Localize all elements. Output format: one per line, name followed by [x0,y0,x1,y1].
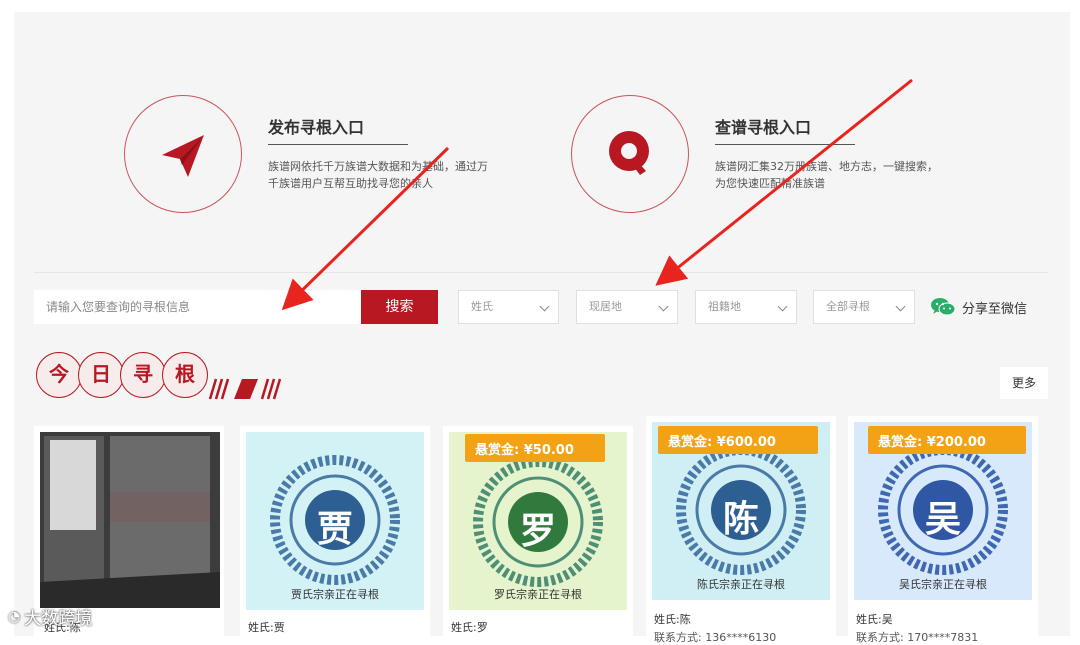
reward-badge-5: 悬赏金: ¥200.00 [868,426,1026,454]
residence-select-label: 现居地 [589,300,622,313]
genealogy-book-photo [40,432,220,608]
surname-select-label: 姓氏 [471,300,493,313]
card-surname-3: 姓氏:罗 [451,621,488,634]
reward-badge-3: 悬赏金: ¥50.00 [465,434,605,462]
card-caption-2: 贾氏宗亲正在寻根 [291,588,379,601]
search-card-2[interactable]: 贾 贾氏宗亲正在寻根 姓氏:贾 [240,426,430,636]
search-desc-line1: 族谱网汇集32万册族谱、地方志，一键搜索， [715,160,938,173]
search-desc-line2: 为您快速匹配精准族谱 [715,177,825,190]
card-image-2: 贾 贾氏宗亲正在寻根 [246,432,424,610]
chevron-down-icon [658,301,669,312]
watermark-logo-icon: ◔ [8,608,21,625]
card-seal-char-2: 贾 [316,509,353,550]
chevron-down-icon [777,301,788,312]
root-type-select-label: 全部寻根 [826,300,870,313]
search-card-4[interactable]: 陈 陈氏宗亲正在寻根 悬赏金: ¥600.00 姓氏:陈 联系方式: 136**… [646,416,836,644]
search-entry-desc: 族谱网汇集32万册族谱、地方志，一键搜索， 为您快速匹配精准族谱 [715,158,975,192]
search-icon [609,131,649,175]
section-title-seal-2: 日 [78,352,124,398]
publish-desc-line2: 千族谱用户互帮互助找寻您的亲人 [268,177,433,190]
search-entry-rule [715,144,855,145]
paper-plane-icon [162,135,204,177]
card-caption-3: 罗氏宗亲正在寻根 [494,588,582,601]
card-surname-2: 姓氏:贾 [248,621,285,634]
section-divider [34,272,1048,273]
share-wechat-label: 分享至微信 [962,301,1028,317]
reward-label-3: 悬赏金: ¥50.00 [475,442,574,458]
section-title-stripes [208,378,282,400]
section-title-seal-3: 寻 [120,352,166,398]
root-type-select[interactable]: 全部寻根 [813,290,915,324]
card-seal-char-3: 罗 [519,511,556,552]
publish-entry-rule [268,144,408,145]
section-title-seal-1: 今 [36,352,82,398]
card-seal-char-5: 吴 [924,499,961,540]
watermark-text: 大数跨境 [24,609,93,629]
search-entry-title[interactable]: 查谱寻根入口 [715,114,811,138]
card-phone-5: 联系方式: 170****7831 [856,631,979,644]
watermark: ◔ 大数跨境 [8,604,93,630]
card-seal-char-4: 陈 [722,499,759,540]
more-button[interactable]: 更多 [1000,367,1048,399]
card-phone-4: 联系方式: 136****6130 [654,631,777,644]
section-title-seal-4: 根 [162,352,208,398]
search-card-5[interactable]: 吴 吴氏宗亲正在寻根 悬赏金: ¥200.00 姓氏:吴 联系方式: 170**… [848,416,1038,644]
publish-entry-desc: 族谱网依托千万族谱大数据和为基础，通过万 千族谱用户互帮互助找寻您的亲人 [268,158,528,192]
search-button[interactable]: 搜索 [361,290,438,324]
publish-entry-circle[interactable] [124,95,242,213]
card-caption-4: 陈氏宗亲正在寻根 [697,578,785,591]
ancestral-home-select[interactable]: 祖籍地 [695,290,797,324]
surname-select[interactable]: 姓氏 [458,290,559,324]
search-input[interactable] [34,290,362,324]
reward-badge-4: 悬赏金: ¥600.00 [658,426,818,454]
reward-label-4: 悬赏金: ¥600.00 [668,434,776,450]
reward-label-5: 悬赏金: ¥200.00 [878,434,986,450]
ancestral-home-select-label: 祖籍地 [708,300,741,313]
residence-select[interactable]: 现居地 [576,290,678,324]
search-card-3[interactable]: 罗 罗氏宗亲正在寻根 悬赏金: ¥50.00 姓氏:罗 [443,426,633,636]
card-surname-4: 姓氏:陈 [654,613,691,626]
search-entry-circle[interactable] [571,95,689,213]
publish-entry-title[interactable]: 发布寻根入口 [268,114,364,138]
publish-desc-line1: 族谱网依托千万族谱大数据和为基础，通过万 [268,160,488,173]
card-surname-5: 姓氏:吴 [856,613,893,626]
chevron-down-icon [895,301,906,312]
card-caption-5: 吴氏宗亲正在寻根 [899,578,987,591]
wechat-icon [931,298,956,316]
share-wechat-button[interactable]: 分享至微信 [930,296,1027,318]
chevron-down-icon [539,301,550,312]
